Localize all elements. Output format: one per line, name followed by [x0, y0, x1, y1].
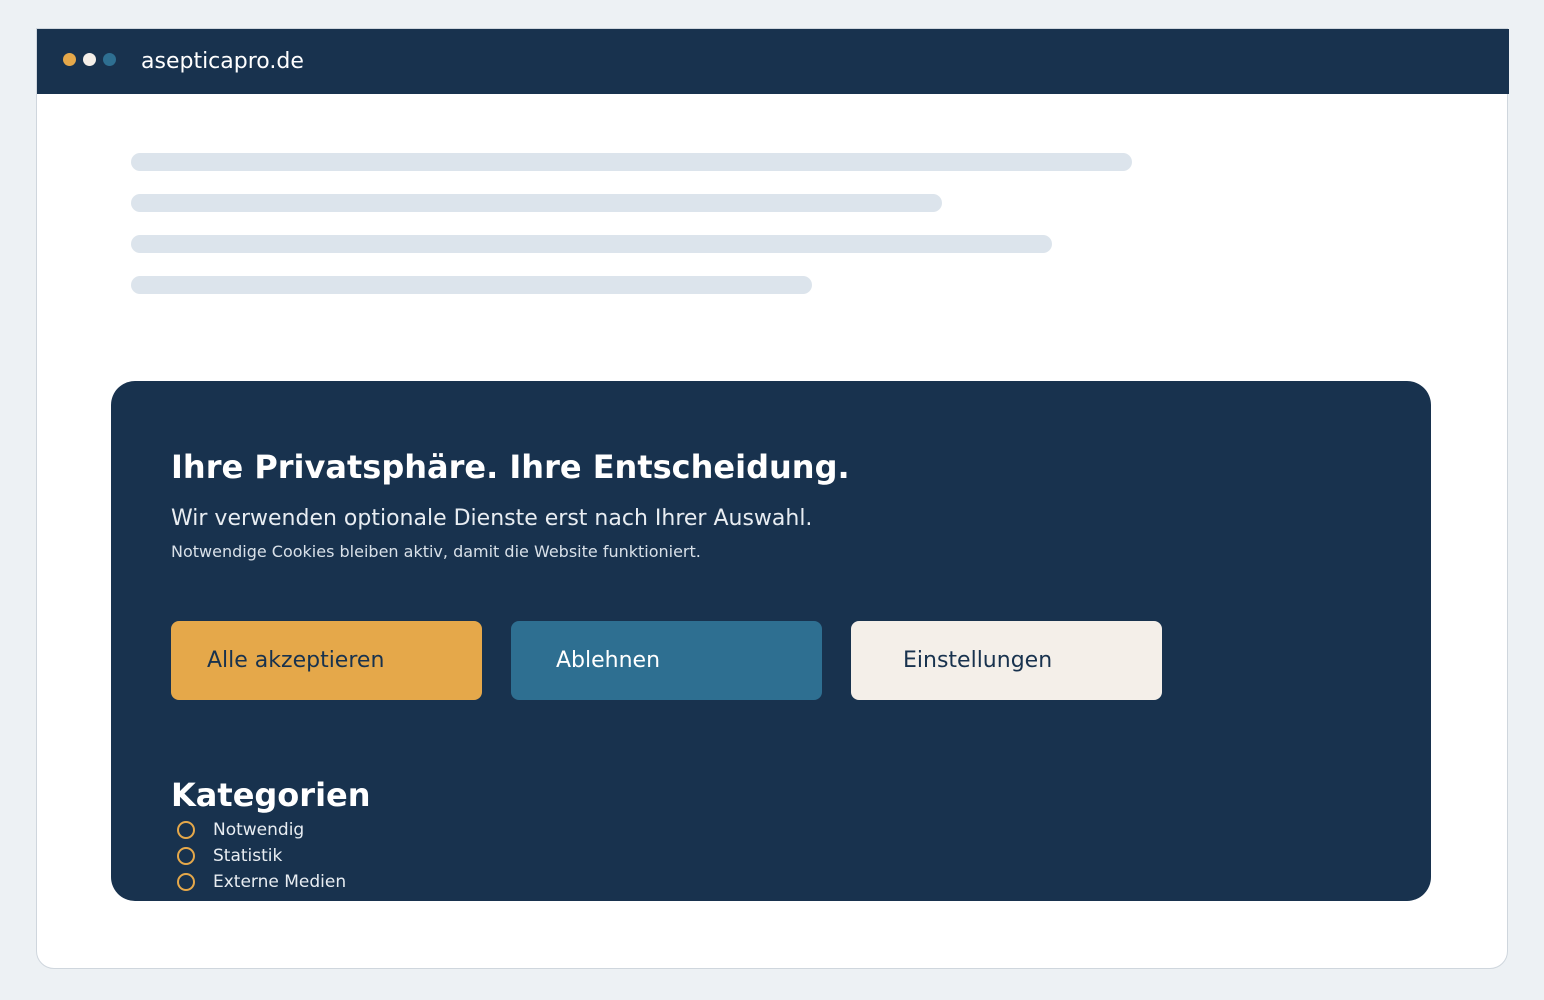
reject-button[interactable]: Ablehnen	[511, 621, 822, 700]
categories-title: Kategorien	[171, 776, 371, 814]
content-placeholder-line	[131, 276, 812, 294]
consent-note: Notwendige Cookies bleiben aktiv, damit …	[171, 542, 701, 561]
window-control-dot[interactable]	[103, 53, 116, 66]
settings-button[interactable]: Einstellungen	[851, 621, 1162, 700]
content-placeholder-line	[131, 235, 1052, 253]
accept-all-button[interactable]: Alle akzeptieren	[171, 621, 482, 700]
browser-window: asepticapro.de Ihre Privatsphäre. Ihre E…	[36, 28, 1509, 969]
window-control-dot[interactable]	[83, 53, 96, 66]
radio-icon[interactable]	[177, 821, 195, 839]
radio-icon[interactable]	[177, 873, 195, 891]
consent-title: Ihre Privatsphäre. Ihre Entscheidung.	[171, 448, 850, 486]
category-label: Statistik	[213, 846, 283, 866]
radio-icon[interactable]	[177, 847, 195, 865]
content-placeholder-line	[131, 194, 942, 212]
consent-description: Wir verwenden optionale Dienste erst nac…	[171, 506, 813, 531]
category-label: Externe Medien	[213, 872, 347, 892]
cookie-consent-banner: Ihre Privatsphäre. Ihre Entscheidung. Wi…	[111, 381, 1431, 901]
window-control-dot[interactable]	[63, 53, 76, 66]
browser-titlebar: asepticapro.de	[37, 29, 1509, 94]
content-placeholder-line	[131, 153, 1132, 171]
browser-url[interactable]: asepticapro.de	[141, 51, 304, 73]
category-label: Notwendig	[213, 820, 305, 840]
